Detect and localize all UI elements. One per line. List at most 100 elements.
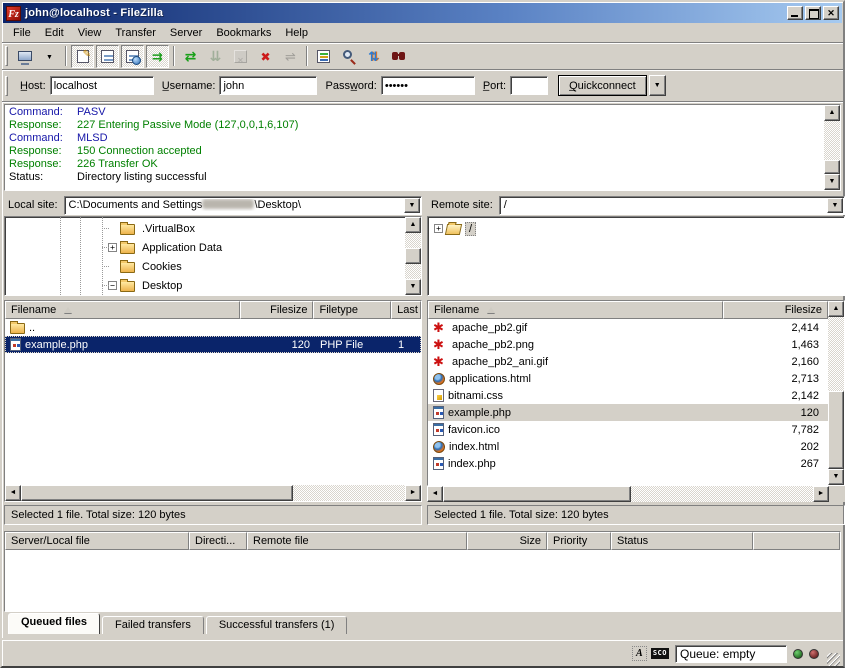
local-hscrollbar[interactable]: ◄ ► — [5, 485, 421, 501]
compare-button[interactable] — [337, 45, 360, 68]
file-row-index.html[interactable]: index.html 202 — [428, 438, 828, 455]
file-row-apache_pb2.png[interactable]: apache_pb2.png 1,463 — [428, 336, 828, 353]
scroll-down-icon[interactable]: ▼ — [405, 279, 421, 295]
column-header-status[interactable]: Status — [611, 532, 753, 550]
chevron-down-icon[interactable]: ▼ — [827, 198, 843, 213]
refresh-button[interactable] — [179, 45, 202, 68]
remote-path-combo[interactable]: / ▼ — [499, 196, 845, 215]
file-row-index.php[interactable]: index.php 267 — [428, 455, 828, 472]
queue-body[interactable] — [5, 550, 840, 611]
quickconnect-dropdown-icon[interactable]: ▼ — [649, 75, 666, 96]
column-header-priority[interactable]: Priority — [547, 532, 611, 550]
file-row-bitnami.css[interactable]: bitnami.css 2,142 — [428, 387, 828, 404]
sync-browse-icon — [368, 49, 379, 64]
menu-item-bookmarks[interactable]: Bookmarks — [209, 25, 278, 41]
tree-item-root[interactable]: + / — [428, 219, 844, 238]
sync-browse-button[interactable] — [362, 45, 385, 68]
tree-expander-icon[interactable]: + — [108, 243, 117, 252]
column-header-filename[interactable]: Filename — [428, 301, 723, 319]
password-input[interactable] — [381, 76, 475, 95]
menu-item-view[interactable]: View — [71, 25, 109, 41]
file-row-apache_pb2_ani.gif[interactable]: apache_pb2_ani.gif 2,160 — [428, 353, 828, 370]
tab-successful-transfers-1-[interactable]: Successful transfers (1) — [206, 616, 348, 634]
column-header-filesize[interactable]: Filesize — [723, 301, 829, 319]
scroll-thumb[interactable] — [824, 160, 840, 174]
scroll-up-icon[interactable]: ▲ — [828, 301, 844, 317]
menu-item-edit[interactable]: Edit — [38, 25, 71, 41]
tab-failed-transfers[interactable]: Failed transfers — [102, 616, 204, 634]
tree-item--virtualbox[interactable]: .VirtualBox — [5, 219, 405, 238]
scroll-left-icon[interactable]: ◄ — [5, 485, 21, 501]
column-header-filename[interactable]: Filename — [5, 301, 240, 319]
scroll-down-icon[interactable]: ▼ — [824, 174, 840, 190]
host-input[interactable] — [50, 76, 154, 95]
site-manager-button[interactable] — [13, 45, 36, 68]
menu-item-server[interactable]: Server — [163, 25, 209, 41]
tree-item-desktop[interactable]: − Desktop — [5, 276, 405, 295]
find-button[interactable] — [387, 45, 410, 68]
column-header-remote-file[interactable]: Remote file — [247, 532, 467, 550]
speed-limits-icon[interactable]: SCO — [651, 648, 669, 659]
toggle-message-log-button[interactable] — [71, 45, 94, 68]
filter-button[interactable] — [312, 45, 335, 68]
scroll-right-icon[interactable]: ► — [405, 485, 421, 501]
scroll-thumb[interactable] — [405, 248, 421, 264]
remote-hscrollbar[interactable]: ◄ ► — [427, 486, 829, 502]
resize-grip[interactable] — [827, 653, 840, 666]
toolbar-gripper[interactable] — [5, 76, 8, 96]
menu-item-file[interactable]: File — [6, 25, 38, 41]
column-header-directi-[interactable]: Directi... — [189, 532, 247, 550]
disconnect-button[interactable] — [254, 45, 277, 68]
port-input[interactable] — [510, 76, 548, 95]
scroll-down-icon[interactable]: ▼ — [828, 469, 844, 485]
css-file-icon — [433, 389, 444, 402]
tree-item-cookies[interactable]: Cookies — [5, 257, 405, 276]
local-tree-scrollbar[interactable]: ▲ ▼ — [405, 217, 421, 295]
tab-queued-files[interactable]: Queued files — [8, 613, 100, 634]
file-name: apache_pb2.png — [452, 339, 534, 351]
menu-item-help[interactable]: Help — [278, 25, 315, 41]
menu-item-transfer[interactable]: Transfer — [108, 25, 163, 41]
scroll-thumb[interactable] — [828, 391, 844, 469]
minimize-button[interactable] — [787, 6, 803, 20]
tree-expander-icon[interactable]: + — [434, 224, 443, 233]
process-queue-button[interactable] — [204, 45, 227, 68]
scroll-thumb[interactable] — [443, 486, 631, 502]
toggle-remote-tree-button[interactable] — [121, 45, 144, 68]
toolbar-gripper[interactable] — [5, 46, 8, 66]
scroll-up-icon[interactable]: ▲ — [824, 105, 840, 121]
log-scrollbar[interactable]: ▲ ▼ — [824, 105, 840, 190]
file-row-apache_pb2.gif[interactable]: apache_pb2.gif 2,414 — [428, 319, 828, 336]
column-header-server-local-file[interactable]: Server/Local file — [5, 532, 189, 550]
toggle-local-tree-button[interactable] — [96, 45, 119, 68]
tree-item-application-data[interactable]: + Application Data — [5, 238, 405, 257]
maximize-button[interactable] — [805, 6, 821, 20]
close-button[interactable]: ✕ — [823, 6, 839, 20]
scroll-left-icon[interactable]: ◄ — [427, 486, 443, 502]
column-header-last-modified[interactable]: Last modified — [391, 301, 421, 319]
column-header-filesize[interactable]: Filesize — [240, 301, 314, 319]
remote-list-scrollbar[interactable]: ▲ ▼ — [828, 301, 844, 485]
scroll-right-icon[interactable]: ► — [813, 486, 829, 502]
file-row-favicon.ico[interactable]: favicon.ico 7,782 — [428, 421, 828, 438]
folder-icon — [120, 243, 135, 254]
tree-connector — [102, 247, 109, 248]
column-header-size[interactable]: Size — [467, 532, 547, 550]
scroll-thumb[interactable] — [21, 485, 293, 501]
file-row-applications.html[interactable]: applications.html 2,713 — [428, 370, 828, 387]
column-header-filetype[interactable]: Filetype — [313, 301, 391, 319]
local-path-combo[interactable]: C:\Documents and Settings\Desktop\ ▼ — [64, 196, 422, 215]
username-input[interactable] — [219, 76, 317, 95]
cancel-button[interactable] — [229, 45, 252, 68]
chevron-down-icon[interactable]: ▼ — [404, 198, 420, 213]
quickconnect-button[interactable]: Q̲uickconnect — [558, 75, 647, 96]
title-bar[interactable]: Fz john@localhost - FileZilla ✕ — [3, 3, 842, 23]
file-row-example.php[interactable]: example.php 120 PHP File 1 — [5, 336, 421, 353]
scroll-up-icon[interactable]: ▲ — [405, 217, 421, 233]
file-row-..[interactable]: .. — [5, 319, 421, 336]
toggle-queue-button[interactable] — [146, 45, 169, 68]
reconnect-button[interactable] — [279, 45, 302, 68]
tree-expander-icon[interactable]: − — [108, 281, 117, 290]
file-row-example.php[interactable]: example.php 120 — [428, 404, 828, 421]
site-manager-dropdown-button[interactable] — [38, 45, 61, 68]
